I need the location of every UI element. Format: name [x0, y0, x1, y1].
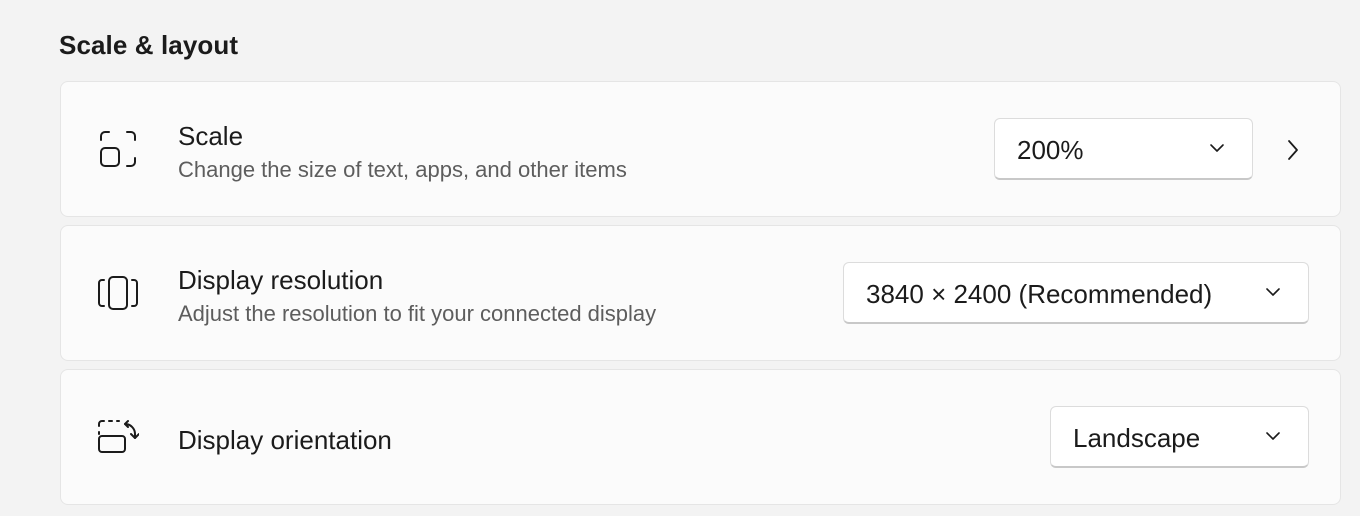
display-orientation-dropdown[interactable]: Landscape: [1050, 406, 1309, 468]
display-resolution-dropdown[interactable]: 3840 × 2400 (Recommended): [843, 262, 1309, 324]
settings-page: Scale & layout Scale Change the size of …: [0, 0, 1360, 516]
display-orientation-icon: [98, 420, 139, 453]
display-resolution-dropdown-value: 3840 × 2400 (Recommended): [866, 279, 1213, 309]
display-resolution-title: Display resolution: [178, 265, 384, 295]
chevron-down-icon: [1266, 288, 1280, 296]
scale-setting-card[interactable]: Scale Change the size of text, apps, and…: [60, 81, 1341, 217]
chevron-down-icon: [1210, 144, 1224, 152]
display-resolution-setting-card: Display resolution Adjust the resolution…: [60, 225, 1341, 361]
chevron-right-icon[interactable]: [1283, 138, 1303, 162]
section-title: Scale & layout: [59, 30, 239, 60]
scale-title: Scale: [178, 121, 244, 151]
scale-icon: [100, 131, 136, 167]
display-resolution-description: Adjust the resolution to fit your connec…: [178, 301, 657, 326]
scale-description: Change the size of text, apps, and other…: [178, 157, 627, 182]
chevron-down-icon: [1266, 432, 1280, 440]
display-orientation-dropdown-value: Landscape: [1073, 423, 1201, 453]
scale-dropdown[interactable]: 200%: [994, 118, 1253, 180]
display-resolution-icon: [98, 276, 138, 310]
display-orientation-title: Display orientation: [178, 425, 392, 455]
display-orientation-setting-card: Display orientation Landscape: [60, 369, 1341, 505]
scale-dropdown-value: 200%: [1017, 135, 1084, 165]
